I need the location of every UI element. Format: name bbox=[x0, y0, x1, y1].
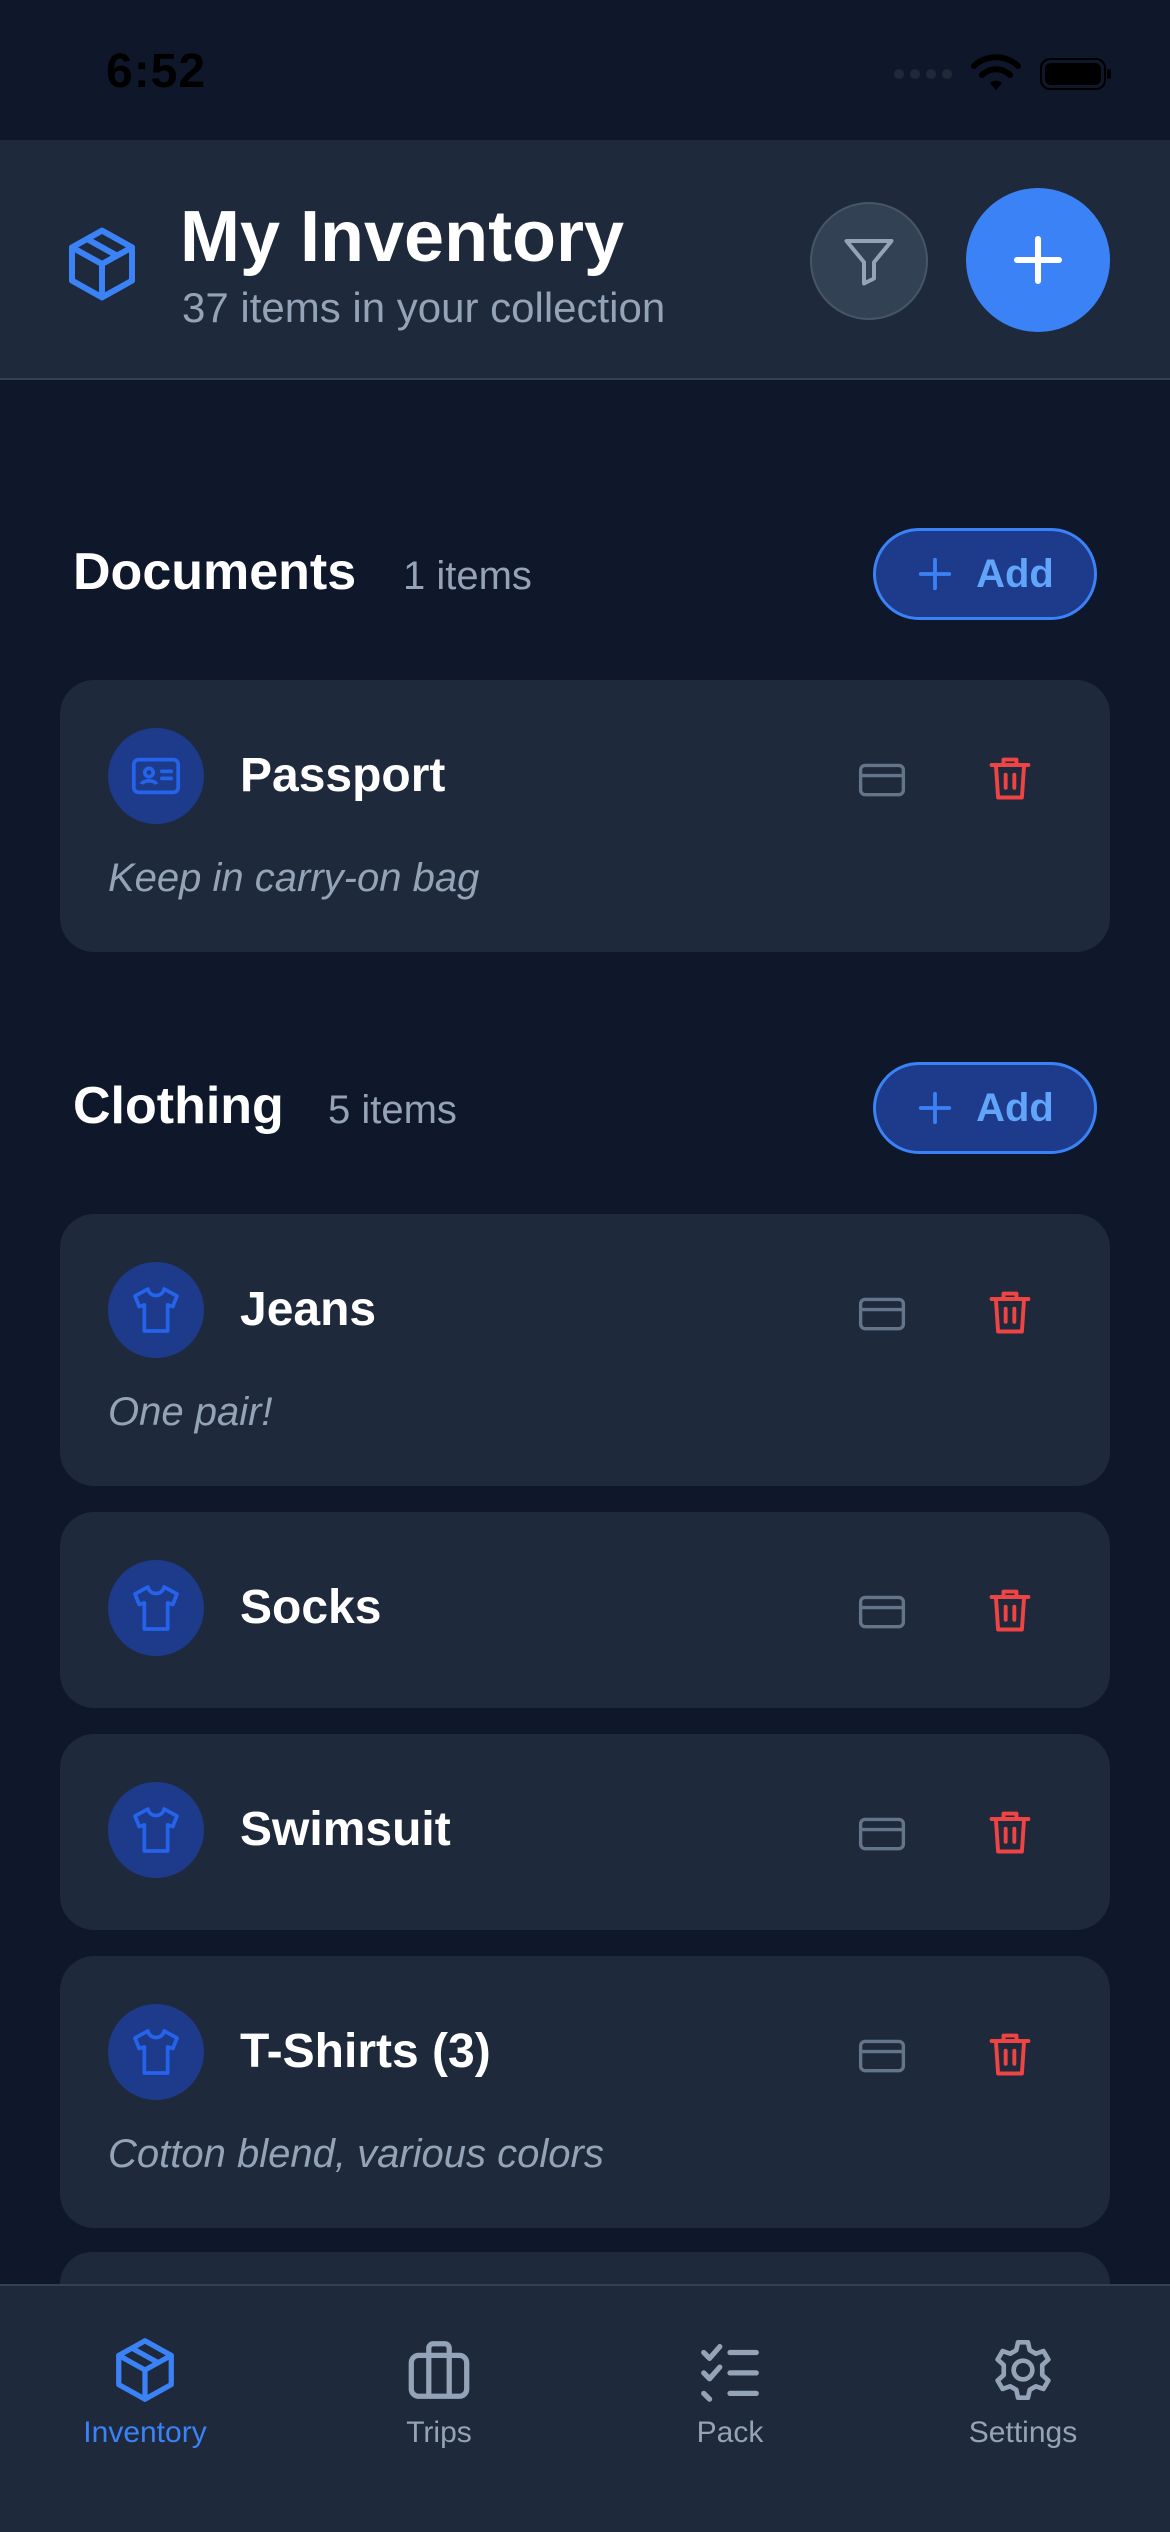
plus-icon bbox=[1013, 235, 1063, 285]
delete-item-button[interactable] bbox=[978, 2020, 1042, 2088]
nav-tab-trips[interactable]: Trips bbox=[314, 2334, 564, 2450]
trash-icon bbox=[989, 2033, 1031, 2076]
nav-tab-settings[interactable]: Settings bbox=[898, 2334, 1148, 2450]
item-note: Keep in carry-on bag bbox=[108, 856, 480, 900]
item-name: Socks bbox=[240, 1581, 382, 1634]
item-card-t-shirts[interactable]: T-Shirts (3) Cotton blend, various color… bbox=[60, 1956, 1110, 2228]
app-header: My Inventory 37 items in your collection bbox=[0, 140, 1170, 380]
item-card-passport[interactable]: Passport Keep in carry-on bag bbox=[60, 680, 1110, 952]
item-card-jeans[interactable]: Jeans One pair! bbox=[60, 1214, 1110, 1486]
trash-icon bbox=[989, 1811, 1031, 1854]
section-header-documents: Documents 1 items Add bbox=[73, 528, 1097, 620]
item-icon-container bbox=[108, 2004, 204, 2100]
filter-button[interactable] bbox=[810, 202, 928, 320]
cube-icon bbox=[69, 227, 135, 301]
id-card-icon bbox=[131, 757, 181, 795]
section-count: 5 items bbox=[328, 1088, 457, 1132]
gear-icon bbox=[995, 2339, 1051, 2401]
item-card-swimsuit[interactable]: Swimsuit bbox=[60, 1734, 1110, 1930]
nav-label: Pack bbox=[696, 2416, 764, 2449]
page-subtitle: 37 items in your collection bbox=[182, 284, 666, 331]
item-card-partial[interactable] bbox=[60, 2252, 1110, 2284]
add-button-label: Add bbox=[976, 551, 1054, 596]
section-header-clothing: Clothing 5 items Add bbox=[73, 1062, 1097, 1154]
status-bar: 6:52 bbox=[0, 0, 1170, 140]
card-icon bbox=[858, 763, 906, 797]
card-icon bbox=[858, 2039, 906, 2073]
delete-item-button[interactable] bbox=[978, 744, 1042, 812]
item-note: Cotton blend, various colors bbox=[108, 2132, 604, 2176]
page-title: My Inventory bbox=[180, 197, 625, 277]
trash-icon bbox=[989, 1291, 1031, 1334]
item-icon-container bbox=[108, 728, 204, 824]
wifi-icon bbox=[971, 54, 1021, 90]
shirt-icon bbox=[133, 1287, 179, 1333]
trash-icon bbox=[989, 757, 1031, 800]
bottom-nav: Inventory Trips Pack Settings bbox=[0, 2284, 1170, 2532]
add-item-button[interactable] bbox=[966, 188, 1110, 332]
card-icon bbox=[858, 1297, 906, 1331]
item-card-button[interactable] bbox=[850, 1802, 914, 1866]
shirt-icon bbox=[133, 1807, 179, 1853]
delete-item-button[interactable] bbox=[978, 1798, 1042, 1866]
add-clothing-button[interactable]: Add bbox=[873, 1062, 1097, 1154]
item-note: One pair! bbox=[108, 1390, 273, 1434]
status-time: 6:52 bbox=[106, 45, 207, 98]
shirt-icon bbox=[133, 1585, 179, 1631]
item-name: Passport bbox=[240, 749, 446, 802]
item-icon-container bbox=[108, 1782, 204, 1878]
item-icon-container bbox=[108, 1560, 204, 1656]
card-icon bbox=[858, 1817, 906, 1851]
item-name: T-Shirts (3) bbox=[240, 2025, 491, 2078]
filter-icon bbox=[844, 239, 894, 286]
briefcase-icon bbox=[408, 2341, 470, 2399]
item-name: Swimsuit bbox=[240, 1803, 451, 1856]
section-count: 1 items bbox=[403, 554, 532, 598]
plus-icon bbox=[918, 557, 952, 591]
item-card-button[interactable] bbox=[850, 1282, 914, 1346]
status-icons bbox=[894, 54, 1112, 94]
nav-tab-pack[interactable]: Pack bbox=[605, 2334, 855, 2450]
battery-icon bbox=[1040, 58, 1111, 90]
nav-label: Inventory bbox=[83, 2416, 207, 2449]
card-icon bbox=[858, 1595, 906, 1629]
section-title: Clothing bbox=[73, 1077, 284, 1135]
cube-icon bbox=[116, 2338, 174, 2402]
item-card-button[interactable] bbox=[850, 1580, 914, 1644]
section-title: Documents bbox=[73, 543, 357, 601]
delete-item-button[interactable] bbox=[978, 1278, 1042, 1346]
add-button-label: Add bbox=[976, 1085, 1054, 1130]
item-card-socks[interactable]: Socks bbox=[60, 1512, 1110, 1708]
item-card-button[interactable] bbox=[850, 748, 914, 812]
item-icon-container bbox=[108, 1262, 204, 1358]
delete-item-button[interactable] bbox=[978, 1576, 1042, 1644]
item-name: Jeans bbox=[240, 1283, 377, 1336]
nav-label: Trips bbox=[406, 2416, 472, 2449]
shirt-icon bbox=[133, 2029, 179, 2075]
plus-icon bbox=[918, 1091, 952, 1125]
add-document-button[interactable]: Add bbox=[873, 528, 1097, 620]
checklist-icon bbox=[701, 2344, 759, 2402]
trash-icon bbox=[989, 1589, 1031, 1632]
signal-icon bbox=[894, 69, 952, 79]
nav-label: Settings bbox=[968, 2416, 1078, 2449]
nav-tab-inventory[interactable]: Inventory bbox=[20, 2334, 270, 2450]
item-card-button[interactable] bbox=[850, 2024, 914, 2088]
